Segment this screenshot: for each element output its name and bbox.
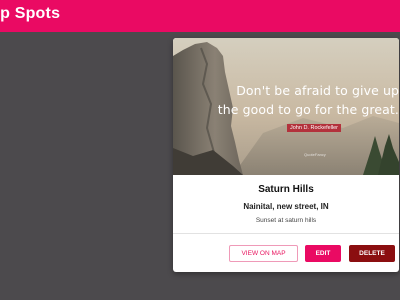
quote-text-line-1: Don't be afraid to give up (236, 83, 399, 98)
place-image: Don't be afraid to give up the good to g… (173, 38, 399, 175)
quote-text-line-2: the good to go for the great. (217, 102, 399, 117)
image-watermark: QuoteFancy (304, 152, 326, 157)
place-address: Nainital, new street, IN (243, 202, 329, 211)
delete-button[interactable]: DELETE (349, 245, 395, 262)
quote-author-badge: John D. Rockefeller (287, 124, 341, 132)
place-title: Saturn Hills (258, 184, 314, 195)
app-header: ap Spots (0, 0, 400, 32)
place-description: Sunset at saturn hills (255, 217, 317, 224)
card-divider (173, 233, 399, 234)
app-title: ap Spots (0, 5, 61, 22)
place-card: Don't be afraid to give up the good to g… (173, 38, 399, 272)
view-on-map-button[interactable]: VIEW ON MAP (229, 245, 298, 262)
edit-button[interactable]: EDIT (305, 245, 341, 262)
